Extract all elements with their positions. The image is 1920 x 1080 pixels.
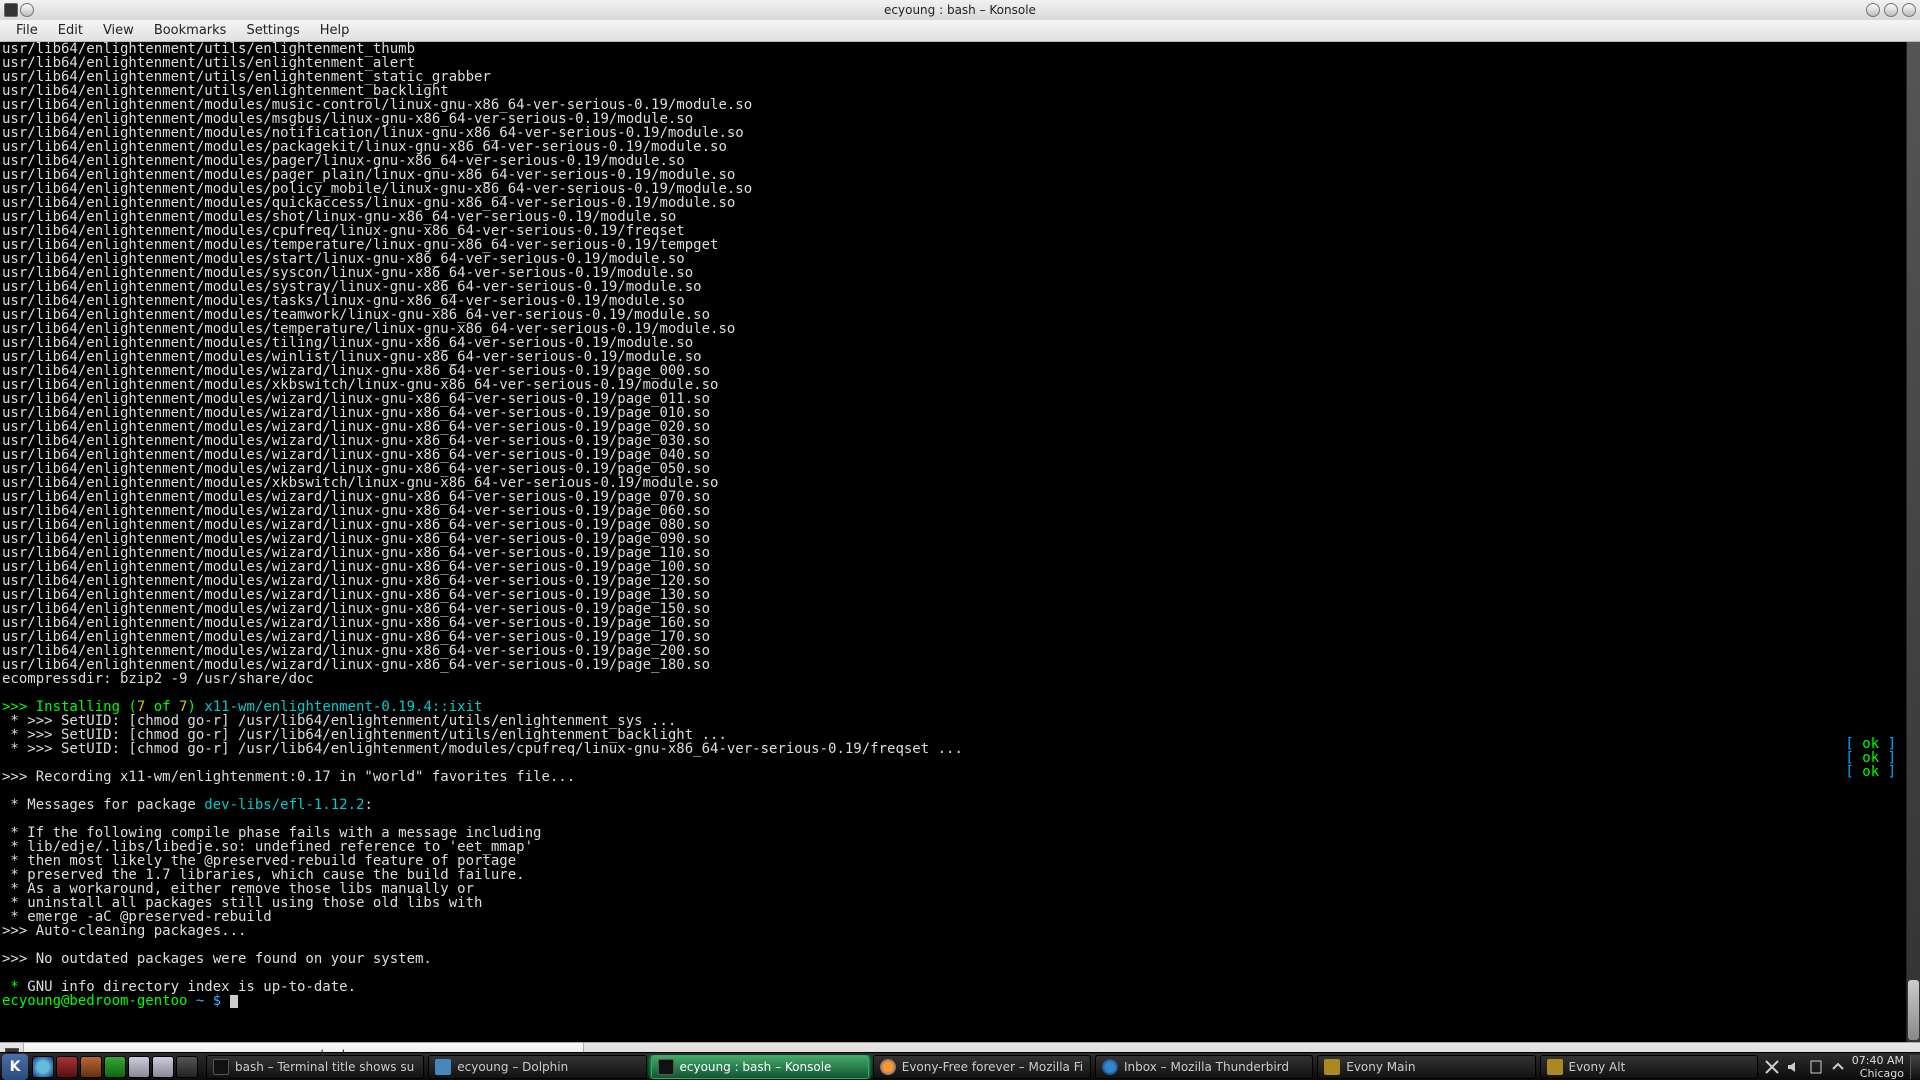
pager-desktop-2[interactable] [80, 1056, 102, 1078]
clock[interactable]: 07:40 AM Chicago [1852, 1054, 1904, 1080]
chevron-up-icon[interactable] [1830, 1059, 1846, 1075]
close-icon[interactable] [1902, 3, 1916, 17]
quick-launch [32, 1056, 198, 1078]
launcher-icon[interactable] [176, 1056, 198, 1078]
show-desktop-icon[interactable] [152, 1056, 174, 1078]
task-label: Inbox – Mozilla Thunderbird [1124, 1060, 1289, 1074]
task-item[interactable]: ecyoung – Dolphin [428, 1055, 646, 1079]
menu-bookmarks[interactable]: Bookmarks [144, 23, 237, 38]
task-label: bash – Terminal title shows su [235, 1060, 414, 1074]
menu-settings[interactable]: Settings [236, 23, 309, 38]
task-label: Evony-Free forever – Mozilla Fi [902, 1060, 1083, 1074]
task-item[interactable]: ecyoung : bash – Konsole [651, 1055, 869, 1079]
app-icon [1547, 1059, 1563, 1075]
title-bar: ecyoung : bash – Konsole [0, 0, 1920, 20]
pager-desktop-1[interactable] [56, 1056, 78, 1078]
app-menu-icon[interactable] [4, 3, 18, 17]
terminal-scrollbar[interactable] [1906, 42, 1920, 1042]
scissors-icon[interactable] [1764, 1059, 1780, 1075]
task-label: Evony Main [1346, 1060, 1415, 1074]
task-label: ecyoung : bash – Konsole [680, 1060, 832, 1074]
task-label: ecyoung – Dolphin [457, 1060, 568, 1074]
app-icon [213, 1059, 229, 1075]
task-label: Evony Alt [1569, 1060, 1626, 1074]
window-nudge-icon[interactable] [20, 3, 34, 17]
terminal-view[interactable]: usr/lib64/enlightenment/utils/enlightenm… [0, 42, 1920, 1042]
minimize-icon[interactable] [1866, 3, 1880, 17]
menu-file[interactable]: File [6, 23, 48, 38]
menu-help[interactable]: Help [310, 23, 360, 38]
app-icon [880, 1059, 896, 1075]
system-tray [1764, 1059, 1846, 1075]
clipboard-icon[interactable] [1808, 1059, 1824, 1075]
clock-time: 07:40 AM [1852, 1054, 1904, 1067]
app-icon [1102, 1059, 1118, 1075]
task-item[interactable]: Evony-Free forever – Mozilla Fi [873, 1055, 1091, 1079]
scrollbar-thumb[interactable] [1908, 980, 1919, 1040]
task-item[interactable]: Evony Alt [1540, 1055, 1758, 1079]
app-icon [435, 1059, 451, 1075]
pager-desktop-3[interactable] [104, 1056, 126, 1078]
menu-view[interactable]: View [93, 23, 144, 38]
status-ok-column: [ ok ][ ok ][ ok ] [1845, 737, 1896, 779]
maximize-icon[interactable] [1884, 3, 1898, 17]
window-title: ecyoung : bash – Konsole [884, 3, 1036, 17]
task-item[interactable]: Inbox – Mozilla Thunderbird [1095, 1055, 1313, 1079]
menu-bar: File Edit View Bookmarks Settings Help [0, 20, 1920, 42]
volume-icon[interactable] [1786, 1059, 1802, 1075]
menu-edit[interactable]: Edit [48, 23, 93, 38]
app-icon [1324, 1059, 1340, 1075]
start-button[interactable]: K [2, 1054, 28, 1080]
app-icon [658, 1059, 674, 1075]
show-desktop-edge[interactable] [1910, 1055, 1920, 1079]
globe-icon[interactable] [32, 1056, 54, 1078]
window-list-icon[interactable] [128, 1056, 150, 1078]
clock-timezone: Chicago [1852, 1067, 1904, 1080]
task-item[interactable]: Evony Main [1317, 1055, 1535, 1079]
task-item[interactable]: bash – Terminal title shows su [206, 1055, 424, 1079]
task-bar: K bash – Terminal title shows su ecyoung … [0, 1052, 1920, 1080]
